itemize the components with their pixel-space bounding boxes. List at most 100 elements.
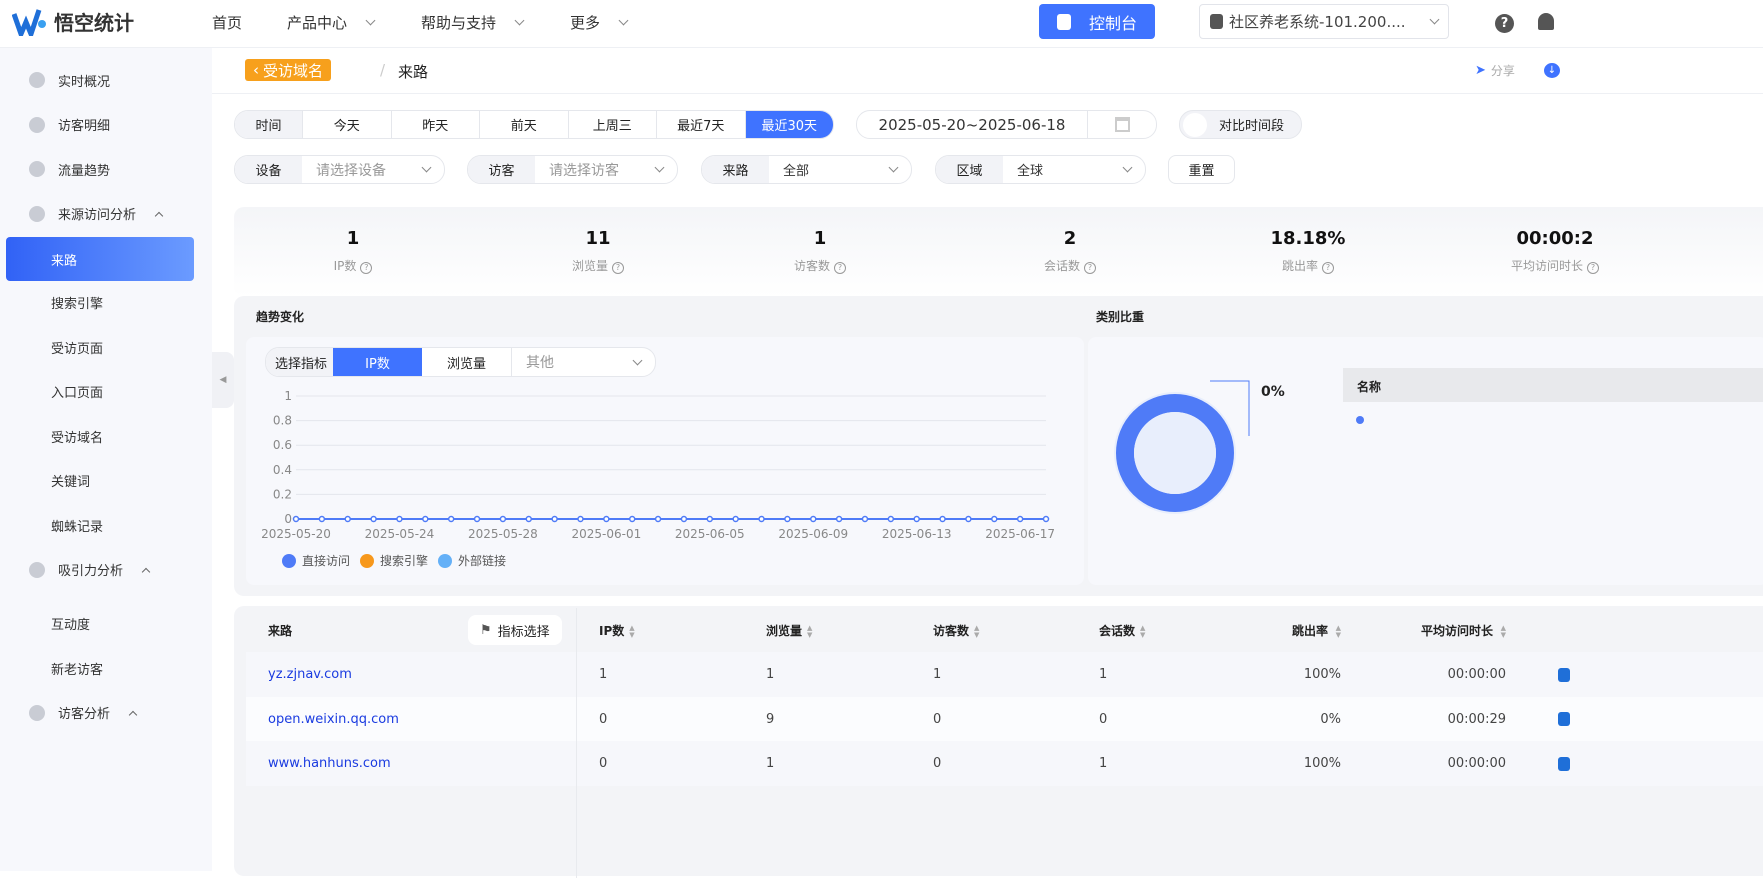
data-point[interactable] <box>680 515 688 523</box>
sidebar-item[interactable]: 互动度 <box>0 602 212 646</box>
data-point[interactable] <box>499 515 507 523</box>
data-point[interactable] <box>1042 515 1050 523</box>
nav-more[interactable]: 更多 <box>570 12 629 33</box>
compare-toggle[interactable]: 对比时间段 <box>1179 110 1302 139</box>
data-point[interactable] <box>447 515 455 523</box>
help-icon[interactable]: ? <box>1322 262 1334 274</box>
sort-icon[interactable]: ▲ ▼ <box>974 624 982 639</box>
time-option[interactable]: 上周三 <box>567 111 657 138</box>
metric-ip[interactable]: IP数 <box>333 348 423 376</box>
time-option[interactable]: 最近30天 <box>744 111 833 138</box>
sort-icon[interactable]: ▲ ▼ <box>1498 624 1506 639</box>
calendar-icon[interactable] <box>1087 111 1156 138</box>
download-icon[interactable]: ↓ <box>1544 63 1560 78</box>
data-point[interactable] <box>292 515 300 523</box>
data-point[interactable] <box>732 515 739 523</box>
data-point[interactable] <box>991 515 998 523</box>
trend-icon[interactable] <box>1558 712 1570 726</box>
sort-icon[interactable]: ▲ ▼ <box>1333 624 1341 639</box>
sidebar-item[interactable]: 吸引力分析 <box>0 548 212 592</box>
data-point[interactable] <box>784 515 791 523</box>
column-header[interactable]: 会话数 ▲ ▼ <box>1099 622 1199 639</box>
help-icon[interactable]: ? <box>360 262 373 274</box>
sidebar-item[interactable]: 关键词 <box>0 459 212 503</box>
data-point[interactable] <box>835 515 843 523</box>
logo[interactable]: 悟空统计 <box>12 6 134 36</box>
nav-help[interactable]: 帮助与支持 <box>421 12 525 33</box>
data-point[interactable] <box>603 515 610 523</box>
sidebar-item[interactable]: 受访域名 <box>0 414 212 458</box>
source-link[interactable]: yz.zjnav.com <box>268 667 468 682</box>
column-header[interactable]: 浏览量 ▲ ▼ <box>766 622 866 639</box>
device-filter[interactable]: 设备 请选择设备 <box>234 155 445 184</box>
legend-item[interactable]: 搜索引擎 <box>360 552 428 569</box>
nav-home[interactable]: 首页 <box>212 12 242 33</box>
data-point[interactable] <box>525 515 533 523</box>
data-point[interactable] <box>965 515 972 523</box>
data-point[interactable] <box>577 515 584 523</box>
data-point[interactable] <box>370 515 377 523</box>
sidebar-item[interactable]: 访客明细 <box>0 103 212 147</box>
data-point[interactable] <box>473 515 481 523</box>
sidebar-item[interactable]: 蜘蛛记录 <box>0 503 212 547</box>
data-point[interactable] <box>809 515 817 523</box>
data-point[interactable] <box>422 515 429 523</box>
time-option[interactable]: 最近7天 <box>656 111 745 138</box>
visitor-filter[interactable]: 访客 请选择访客 <box>467 155 678 184</box>
sidebar-item[interactable]: 新老访客 <box>0 646 212 690</box>
sidebar-item[interactable]: 实时概况 <box>0 58 212 102</box>
metric-select-button[interactable]: ⚑ 指标选择 <box>468 615 562 645</box>
legend-item[interactable]: 直接访问 <box>282 552 350 569</box>
reset-button[interactable]: 重置 <box>1168 155 1235 184</box>
sort-icon[interactable]: ▲ ▼ <box>629 624 637 639</box>
help-icon[interactable]: ? <box>1587 262 1599 274</box>
column-header[interactable]: 平均访问时长 ▲ ▼ <box>1396 622 1506 639</box>
data-point[interactable] <box>861 515 869 523</box>
source-filter[interactable]: 来路 全部 <box>701 155 912 184</box>
sort-icon[interactable]: ▲ ▼ <box>807 624 815 639</box>
help-icon[interactable]: ? <box>1495 14 1514 33</box>
back-button[interactable]: ‹ 受访域名 <box>245 59 332 81</box>
time-option[interactable]: 今天 <box>302 111 391 138</box>
site-select[interactable]: 社区养老系统-101.200.... <box>1199 4 1449 39</box>
time-option[interactable]: 昨天 <box>390 111 480 138</box>
sidebar-item[interactable]: 访客分析 <box>0 691 212 735</box>
bell-icon[interactable] <box>1538 13 1554 30</box>
data-point[interactable] <box>887 515 895 523</box>
nav-products[interactable]: 产品中心 <box>287 12 376 33</box>
metric-pv[interactable]: 浏览量 <box>422 348 511 376</box>
data-point[interactable] <box>706 515 714 523</box>
sidebar-collapse-handle[interactable]: ◀ <box>212 352 234 408</box>
help-icon[interactable]: ? <box>834 262 846 274</box>
share-button[interactable]: ➤ 分享 <box>1475 62 1515 79</box>
region-filter[interactable]: 区域 全球 <box>935 155 1146 184</box>
source-link[interactable]: open.weixin.qq.com <box>268 712 468 727</box>
data-point[interactable] <box>628 515 636 523</box>
column-header[interactable]: 跳出率 ▲ ▼ <box>1266 622 1341 639</box>
data-point[interactable] <box>396 515 403 523</box>
sidebar-item[interactable]: 入口页面 <box>0 370 212 414</box>
data-point[interactable] <box>1016 515 1024 523</box>
trend-icon[interactable] <box>1558 667 1570 682</box>
data-point[interactable] <box>344 515 351 523</box>
data-point[interactable] <box>913 515 920 523</box>
column-header[interactable]: IP数 ▲ ▼ <box>599 622 699 639</box>
metric-other-select[interactable]: 其他 <box>511 348 655 376</box>
trend-icon[interactable] <box>1558 756 1570 771</box>
sidebar-item[interactable]: 来路 <box>6 237 194 281</box>
data-point[interactable] <box>939 515 946 523</box>
console-button[interactable]: 控制台 <box>1039 4 1155 39</box>
legend-item[interactable]: 外部链接 <box>438 552 506 569</box>
help-icon[interactable]: ? <box>612 262 624 274</box>
data-point[interactable] <box>758 515 765 523</box>
time-option[interactable]: 前天 <box>479 111 568 138</box>
help-icon[interactable]: ? <box>1084 262 1096 274</box>
source-link[interactable]: www.hanhuns.com <box>268 756 468 771</box>
sort-icon[interactable]: ▲ ▼ <box>1140 624 1148 639</box>
data-point[interactable] <box>551 515 558 523</box>
date-range-picker[interactable]: 2025-05-20~2025-06-18 <box>856 110 1157 139</box>
sidebar-item[interactable]: 流量趋势 <box>0 147 212 191</box>
column-header[interactable]: 访客数 ▲ ▼ <box>933 622 1033 639</box>
sidebar-item[interactable]: 搜索引擎 <box>0 281 212 325</box>
sidebar-item[interactable]: 受访页面 <box>0 325 212 369</box>
